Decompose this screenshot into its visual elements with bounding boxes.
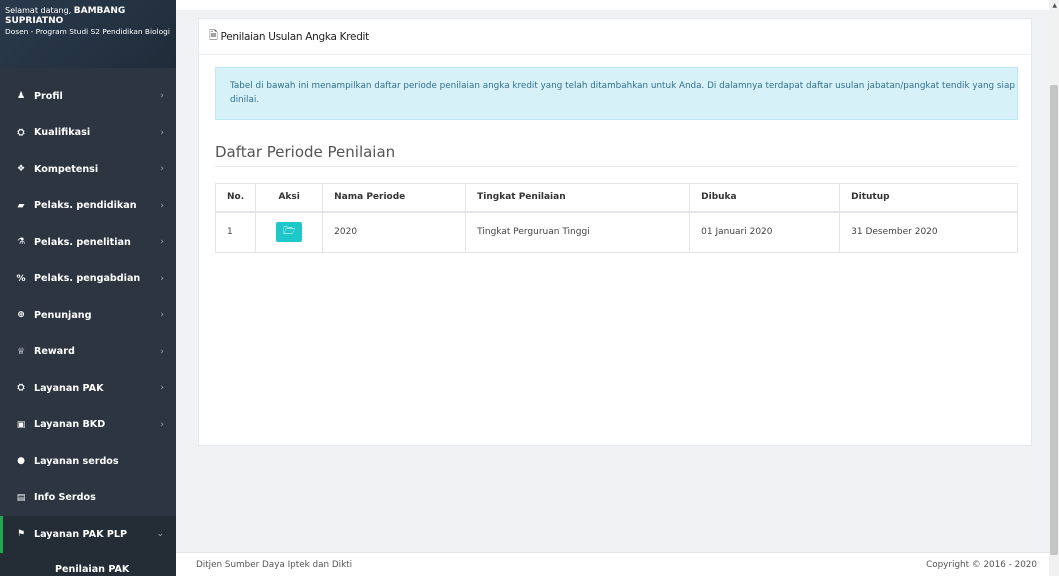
sidebar-item-layanan-pak[interactable]: ⛭ Layanan PAK › [0,370,176,407]
scroll-up-icon[interactable]: ▲ [1052,2,1057,9]
percent-icon: % [16,273,26,284]
sidebar-item-label: Pelaks. penelitian [34,236,131,248]
content-card: 🗎 Penilaian Usulan Angka Kredit Tabel di… [198,18,1032,446]
chevron-right-icon: › [160,200,164,211]
sidebar-item-reward[interactable]: ♕ Reward › [0,334,176,371]
book-icon: ▰ [17,200,25,211]
table-header-row: No. Aksi Nama Periode Tingkat Penilaian … [214,183,1018,213]
cell-aksi: 🗁 [255,211,324,253]
sidebar-item-pelaks-penelitian[interactable]: ⚗ Pelaks. penelitian › [0,224,176,261]
column-header-no: No. [214,183,257,213]
page-title: Penilaian Usulan Angka Kredit [220,30,370,43]
sidebar-item-label: Pelaks. pengabdian [34,273,141,285]
sidebar-item-pelaks-pengabdian[interactable]: % Pelaks. pengabdian › [0,261,176,298]
footer-copyright: Copyright © 2016 - 2020 [926,559,1037,570]
graduation-cap-icon: ⛭ [17,127,25,138]
sidebar-item-label: Info Serdos [34,492,96,504]
chevron-right-icon: › [160,164,164,175]
top-bar [176,0,1059,10]
cell-ditutup: 31 Desember 2020 [839,211,1018,253]
sidebar-item-layanan-bkd[interactable]: ▣ Layanan BKD › [0,407,176,444]
sidebar-item-label: Kompetensi [34,163,99,175]
sidebar-menu: ♟ Profil › ⛭ Kualifikasi › ❖ Kompetensi › ▰ Pel… [0,78,176,576]
user-box: Selamat datang, BAMBANG SUPRIATNO Dosen … [0,0,176,68]
flask-icon: ⚗ [16,237,26,248]
sidebar-subitem-penilaian-pak[interactable]: Penilaian PAK [0,552,176,576]
column-header-tingkat-penilaian: Tingkat Penilaian [465,183,691,213]
footer: Ditjen Sumber Daya Iptek dan Dikti Copyr… [176,552,1059,576]
cell-tingkat-penilaian: Tingkat Perguruan Tinggi [465,211,691,253]
flag-icon: ⚑ [16,529,26,540]
table-row: 1 🗁 2020 Tingkat Perguruan Tinggi 01 Jan… [214,211,1018,253]
sidebar-item-label: Kualifikasi [34,127,91,139]
chevron-right-icon: › [160,346,164,357]
sidebar-item-label: Penunjang [34,309,92,321]
sidebar-item-penunjang[interactable]: ⊕ Penunjang › [0,297,176,334]
briefcase-icon: ▣ [16,419,26,430]
column-header-aksi: Aksi [255,183,324,213]
main-content: 🗎 Penilaian Usulan Angka Kredit Tabel di… [176,0,1059,576]
chevron-right-icon: › [160,273,164,284]
cell-no: 1 [214,211,257,253]
folder-open-icon: 🗁 [282,225,296,237]
sidebar-item-label: Reward [34,346,75,358]
periode-table: No. Aksi Nama Periode Tingkat Penilaian … [214,183,1018,253]
trophy-icon: ♕ [16,346,26,357]
chevron-right-icon: › [160,419,164,430]
file-text-icon: 🗎 [209,29,218,42]
sidebar: Selamat datang, BAMBANG SUPRIATNO Dosen … [0,0,176,576]
cell-dibuka: 01 Januari 2020 [689,211,841,253]
column-header-dibuka: Dibuka [689,183,841,213]
support-icon: ⊕ [17,310,25,321]
section-title: Daftar Periode Penilaian [215,143,396,161]
chevron-right-icon: › [160,91,164,102]
column-header-nama-periode: Nama Periode [322,183,467,213]
sidebar-item-kompetensi[interactable]: ❖ Kompetensi › [0,151,176,188]
sidebar-item-kualifikasi[interactable]: ⛭ Kualifikasi › [0,115,176,152]
sidebar-item-layanan-pak-plp[interactable]: ⚑ Layanan PAK PLP ⌄ [0,516,176,553]
column-header-ditutup: Ditutup [839,183,1018,213]
id-card-icon: ▤ [16,492,26,503]
sidebar-item-info-serdos[interactable]: ▤ Info Serdos [0,480,176,517]
sidebar-item-label: Layanan serdos [34,455,119,467]
user-icon: ♟ [16,91,26,102]
chevron-right-icon: › [160,383,164,394]
user-role: Dosen - Program Studi S2 Pendidikan Biol… [5,27,170,36]
user-welcome: Selamat datang, BAMBANG SUPRIATNO [5,6,170,26]
info-alert: Tabel di bawah ini menampilkan daftar pe… [215,67,1018,120]
welcome-text: Selamat datang, [5,6,74,15]
card-header: 🗎 Penilaian Usulan Angka Kredit [199,19,1031,55]
sidebar-item-profil[interactable]: ♟ Profil › [0,78,176,115]
chevron-right-icon: › [160,310,164,321]
scroll-thumb[interactable] [1050,85,1058,555]
sidebar-item-layanan-serdos[interactable]: ● Layanan serdos [0,443,176,480]
chevron-right-icon: › [160,127,164,138]
sidebar-item-label: Layanan BKD [34,419,106,431]
footer-left-text: Ditjen Sumber Daya Iptek dan Dikti [196,559,353,570]
chevron-right-icon: › [160,237,164,248]
sidebar-item-label: Layanan PAK PLP [34,528,128,540]
section-divider [215,166,1018,167]
chevron-down-icon: ⌄ [156,529,164,540]
sidebar-item-label: Profil [34,90,63,102]
circle-icon: ● [17,456,25,467]
sidebar-item-label: Layanan PAK [34,382,104,394]
cubes-icon: ❖ [16,164,26,175]
sidebar-item-label: Pelaks. pendidikan [34,200,137,212]
cell-nama-periode: 2020 [322,211,467,253]
graduation-cap-icon: ⛭ [17,383,25,394]
sidebar-item-pelaks-pendidikan[interactable]: ▰ Pelaks. pendidikan › [0,188,176,225]
page-scrollbar[interactable]: ▲ [1049,0,1059,576]
open-folder-button[interactable]: 🗁 [276,222,303,243]
